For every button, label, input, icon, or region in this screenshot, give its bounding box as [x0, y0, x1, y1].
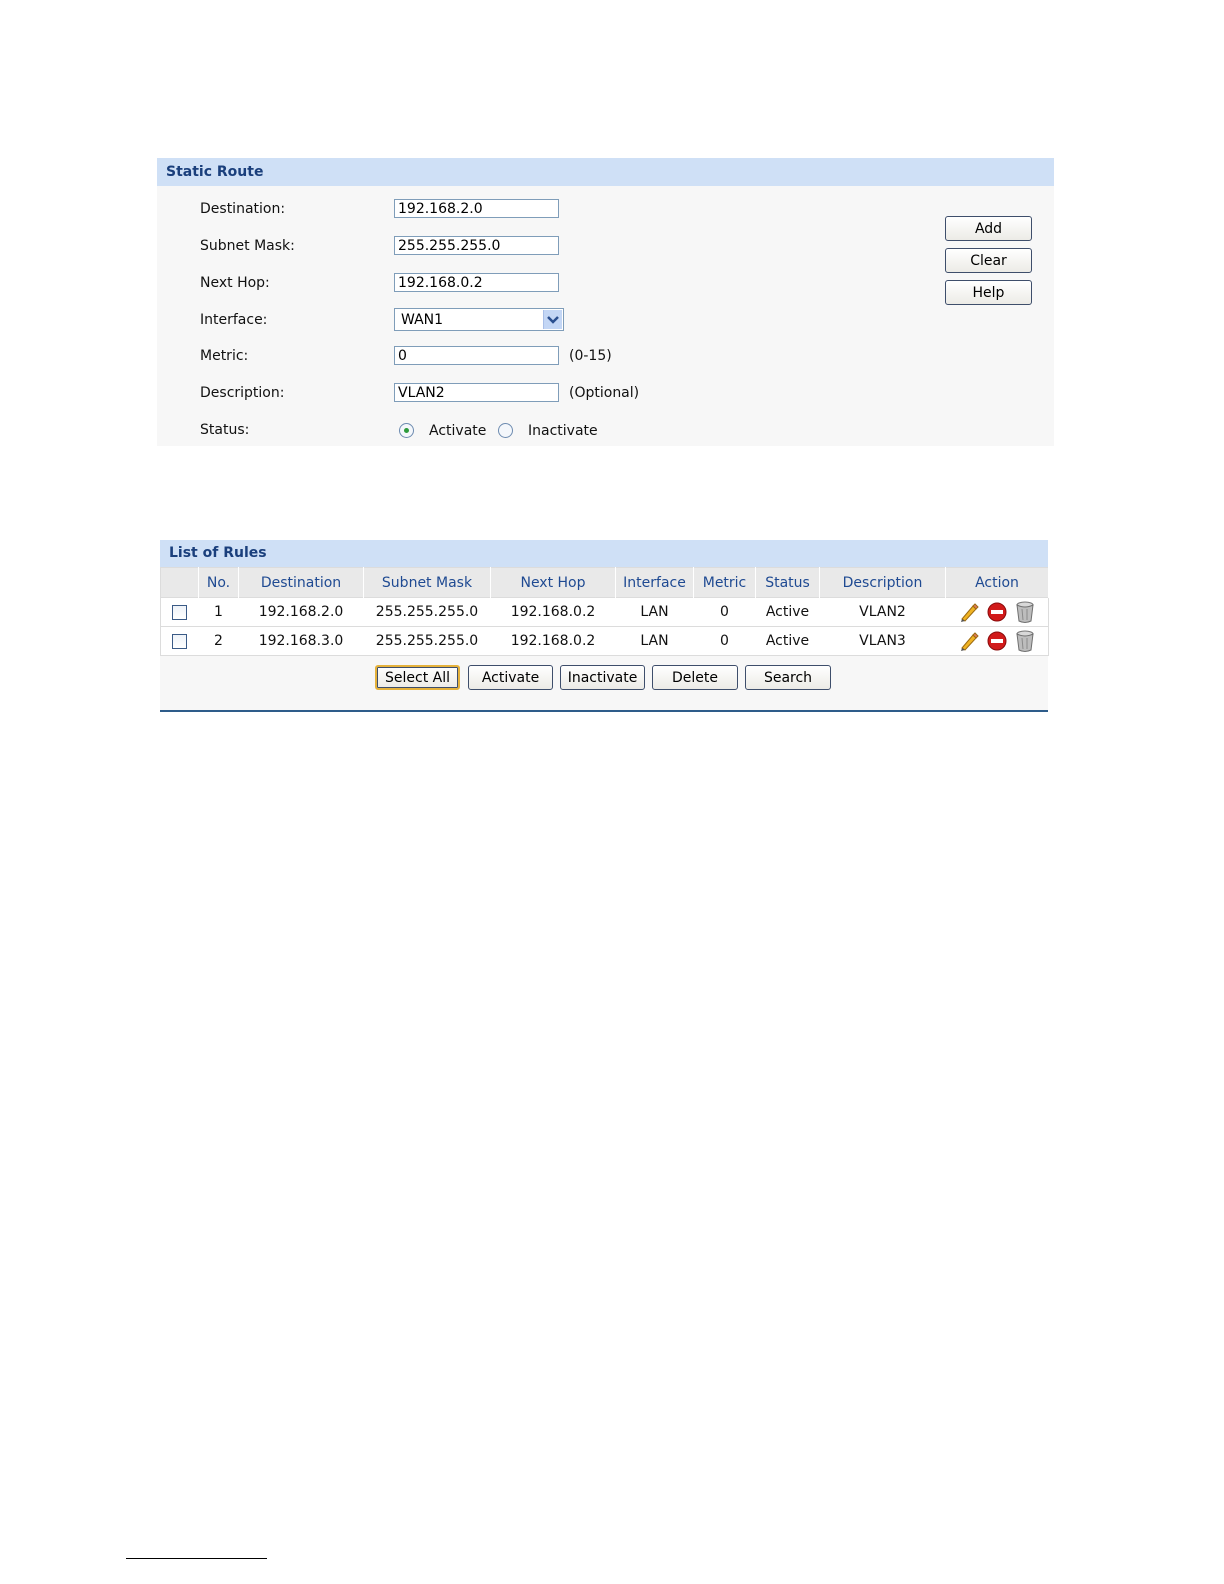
cell-next-hop: 192.168.0.2 [490, 626, 616, 656]
clear-button[interactable]: Clear [945, 248, 1032, 273]
delete-trash-icon[interactable] [1014, 600, 1036, 624]
search-button[interactable]: Search [745, 665, 831, 690]
cell-metric: 0 [693, 597, 756, 627]
cell-description: VLAN3 [819, 626, 946, 656]
destination-label: Destination: [200, 201, 286, 217]
cell-subnet-mask: 255.255.255.0 [363, 626, 491, 656]
delete-button[interactable]: Delete [652, 665, 738, 690]
description-label: Description: [200, 385, 285, 401]
status-activate-radio[interactable] [399, 423, 414, 438]
status-activate-label: Activate [429, 423, 487, 439]
disable-icon[interactable] [986, 630, 1008, 652]
cell-action [945, 597, 1049, 627]
list-of-rules-header: List of Rules [160, 540, 1048, 567]
cell-destination: 192.168.3.0 [238, 626, 364, 656]
select-all-button[interactable]: Select All [375, 665, 460, 690]
column-header-subnet-mask: Subnet Mask [363, 567, 491, 598]
column-header-metric: Metric [693, 567, 756, 598]
cell-no: 1 [198, 597, 239, 627]
column-header-no: No. [198, 567, 239, 598]
edit-pencil-icon[interactable] [958, 630, 980, 652]
cell-description: VLAN2 [819, 597, 946, 627]
metric-input[interactable] [394, 346, 559, 365]
add-button[interactable]: Add [945, 216, 1032, 241]
status-inactivate-label: Inactivate [528, 423, 598, 439]
subnet-mask-label: Subnet Mask: [200, 238, 295, 254]
row-checkbox[interactable] [172, 633, 188, 649]
column-header-status: Status [755, 567, 820, 598]
description-input[interactable] [394, 383, 559, 402]
static-route-header: Static Route [157, 158, 1054, 186]
table-row: 2 192.168.3.0 255.255.255.0 192.168.0.2 … [160, 626, 1049, 656]
table-header-row: No. Destination Subnet Mask Next Hop Int… [160, 567, 1049, 598]
cell-next-hop: 192.168.0.2 [490, 597, 616, 627]
list-of-rules-title: List of Rules [169, 545, 267, 561]
cell-no: 2 [198, 626, 239, 656]
interface-select[interactable]: WAN1 [394, 308, 564, 331]
metric-label: Metric: [200, 348, 249, 364]
interface-label: Interface: [200, 312, 268, 328]
help-button[interactable]: Help [945, 280, 1032, 305]
cell-status: Active [755, 597, 820, 627]
next-hop-input[interactable] [394, 273, 559, 292]
column-header-description: Description [819, 567, 946, 598]
subnet-mask-input[interactable] [394, 236, 559, 255]
static-route-panel: Static Route Destination: Subnet Mask: N… [157, 158, 1054, 446]
cell-interface: LAN [615, 597, 694, 627]
cell-subnet-mask: 255.255.255.0 [363, 597, 491, 627]
cell-status: Active [755, 626, 820, 656]
next-hop-label: Next Hop: [200, 275, 270, 291]
status-label: Status: [200, 422, 250, 438]
row-checkbox[interactable] [172, 604, 188, 620]
inactivate-button[interactable]: Inactivate [560, 665, 645, 690]
cell-action [945, 626, 1049, 656]
footnote-separator [126, 1558, 267, 1559]
status-inactivate-radio[interactable] [498, 423, 513, 438]
destination-input[interactable] [394, 199, 559, 218]
rules-table: No. Destination Subnet Mask Next Hop Int… [160, 567, 1049, 656]
list-of-rules-panel: List of Rules No. Destination Subnet Mas… [160, 540, 1049, 712]
row-select-cell [160, 626, 199, 656]
rules-bottom-divider [160, 710, 1048, 712]
static-route-title: Static Route [166, 164, 264, 180]
column-header-select [160, 567, 199, 598]
column-header-next-hop: Next Hop [490, 567, 616, 598]
cell-metric: 0 [693, 626, 756, 656]
disable-icon[interactable] [986, 601, 1008, 623]
edit-pencil-icon[interactable] [958, 601, 980, 623]
column-header-action: Action [945, 567, 1049, 598]
description-optional-hint: (Optional) [569, 385, 640, 401]
column-header-destination: Destination [238, 567, 364, 598]
delete-trash-icon[interactable] [1014, 629, 1036, 653]
activate-button[interactable]: Activate [468, 665, 553, 690]
interface-select-value: WAN1 [401, 312, 444, 328]
table-row: 1 192.168.2.0 255.255.255.0 192.168.0.2 … [160, 597, 1049, 627]
metric-range-hint: (0-15) [569, 348, 612, 364]
chevron-down-icon[interactable] [543, 310, 562, 329]
row-select-cell [160, 597, 199, 627]
cell-destination: 192.168.2.0 [238, 597, 364, 627]
column-header-interface: Interface [615, 567, 694, 598]
cell-interface: LAN [615, 626, 694, 656]
